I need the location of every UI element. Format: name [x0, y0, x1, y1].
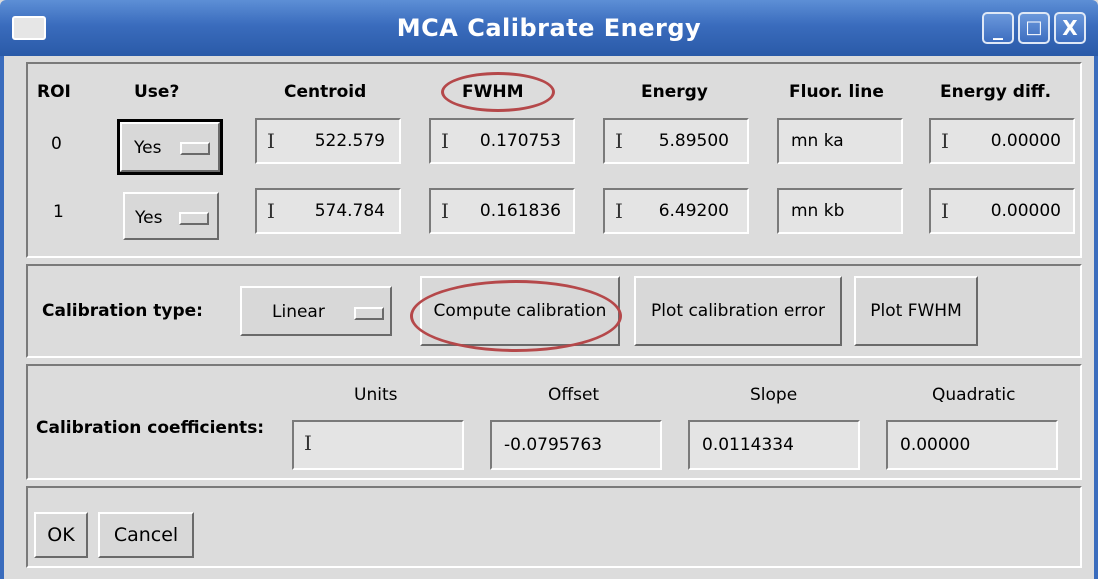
header-energy-diff: Energy diff.: [940, 82, 1052, 102]
fwhm-value: 0.161836: [479, 201, 561, 221]
text-cursor-icon: I: [941, 199, 949, 223]
text-cursor-icon: I: [441, 199, 449, 223]
text-cursor-icon: I: [304, 431, 312, 455]
roi-number: 0: [51, 134, 62, 154]
calibration-type-label: Calibration type:: [42, 301, 203, 321]
energy-value: 5.89500: [658, 131, 729, 151]
roi-number: 1: [53, 202, 64, 222]
option-menu-indicator-icon: [354, 307, 384, 320]
quadratic-value: 0.00000: [900, 435, 971, 455]
header-use: Use?: [134, 82, 180, 102]
ok-button[interactable]: OK: [34, 512, 88, 558]
quadratic-header: Quadratic: [932, 385, 1016, 405]
text-cursor-icon: I: [267, 199, 275, 223]
slope-header: Slope: [750, 385, 798, 405]
fwhm-value: 0.170753: [479, 131, 561, 151]
option-menu-indicator-icon: [179, 212, 209, 225]
plot-fwhm-button[interactable]: Plot FWHM: [854, 276, 978, 346]
units-header: Units: [354, 385, 398, 405]
text-cursor-icon: I: [615, 199, 623, 223]
energy-value: 6.49200: [658, 201, 729, 221]
compute-annotation-ring: [410, 280, 622, 352]
units-field[interactable]: I: [292, 420, 464, 470]
cancel-button[interactable]: Cancel: [98, 512, 194, 558]
fluor-line-field[interactable]: mn kb: [777, 188, 903, 234]
calibration-type-value: Linear: [272, 302, 325, 322]
centroid-value: 574.784: [314, 201, 385, 221]
centroid-field[interactable]: I 574.784: [255, 188, 401, 234]
text-cursor-icon: I: [441, 129, 449, 153]
energy-diff-field[interactable]: I 0.00000: [929, 118, 1075, 164]
minimize-icon[interactable]: _: [982, 12, 1014, 44]
use-menu-button[interactable]: Yes: [117, 119, 223, 175]
fwhm-annotation-ring: [441, 72, 555, 112]
energy-diff-value: 0.00000: [990, 131, 1061, 151]
use-menu-value: Yes: [135, 208, 163, 228]
fluor-line-value: mn ka: [791, 131, 844, 151]
text-cursor-icon: I: [267, 129, 275, 153]
quadratic-field[interactable]: 0.00000: [886, 420, 1058, 470]
fwhm-field[interactable]: I 0.170753: [429, 118, 575, 164]
fluor-line-value: mn kb: [791, 201, 845, 221]
text-cursor-icon: I: [615, 129, 623, 153]
offset-value: -0.0795763: [504, 435, 603, 455]
calibration-type-menu[interactable]: Linear: [240, 286, 392, 336]
offset-header: Offset: [548, 385, 600, 405]
energy-diff-value: 0.00000: [990, 201, 1061, 221]
header-roi: ROI: [37, 82, 71, 102]
header-energy: Energy: [641, 82, 708, 102]
offset-field[interactable]: -0.0795763: [490, 420, 662, 470]
slope-value: 0.0114334: [702, 435, 794, 455]
centroid-value: 522.579: [314, 131, 385, 151]
energy-field[interactable]: I 5.89500: [603, 118, 749, 164]
header-centroid: Centroid: [284, 82, 367, 102]
calibration-coefficients-label: Calibration coefficients:: [36, 418, 265, 438]
plot-calibration-error-button[interactable]: Plot calibration error: [634, 276, 842, 346]
energy-field[interactable]: I 6.49200: [603, 188, 749, 234]
window-title: MCA Calibrate Energy: [396, 14, 702, 42]
option-menu-indicator-icon: [180, 142, 210, 155]
centroid-field[interactable]: I 522.579: [255, 118, 401, 164]
text-cursor-icon: I: [941, 129, 949, 153]
energy-diff-field[interactable]: I 0.00000: [929, 188, 1075, 234]
use-menu-value: Yes: [134, 138, 162, 158]
header-fluor-line: Fluor. line: [789, 82, 884, 102]
use-menu-button[interactable]: Yes: [123, 192, 219, 240]
fwhm-field[interactable]: I 0.161836: [429, 188, 575, 234]
maximize-icon[interactable]: □: [1018, 12, 1050, 44]
close-icon[interactable]: X: [1054, 12, 1086, 44]
slope-field[interactable]: 0.0114334: [688, 420, 860, 470]
fluor-line-field[interactable]: mn ka: [777, 118, 903, 164]
